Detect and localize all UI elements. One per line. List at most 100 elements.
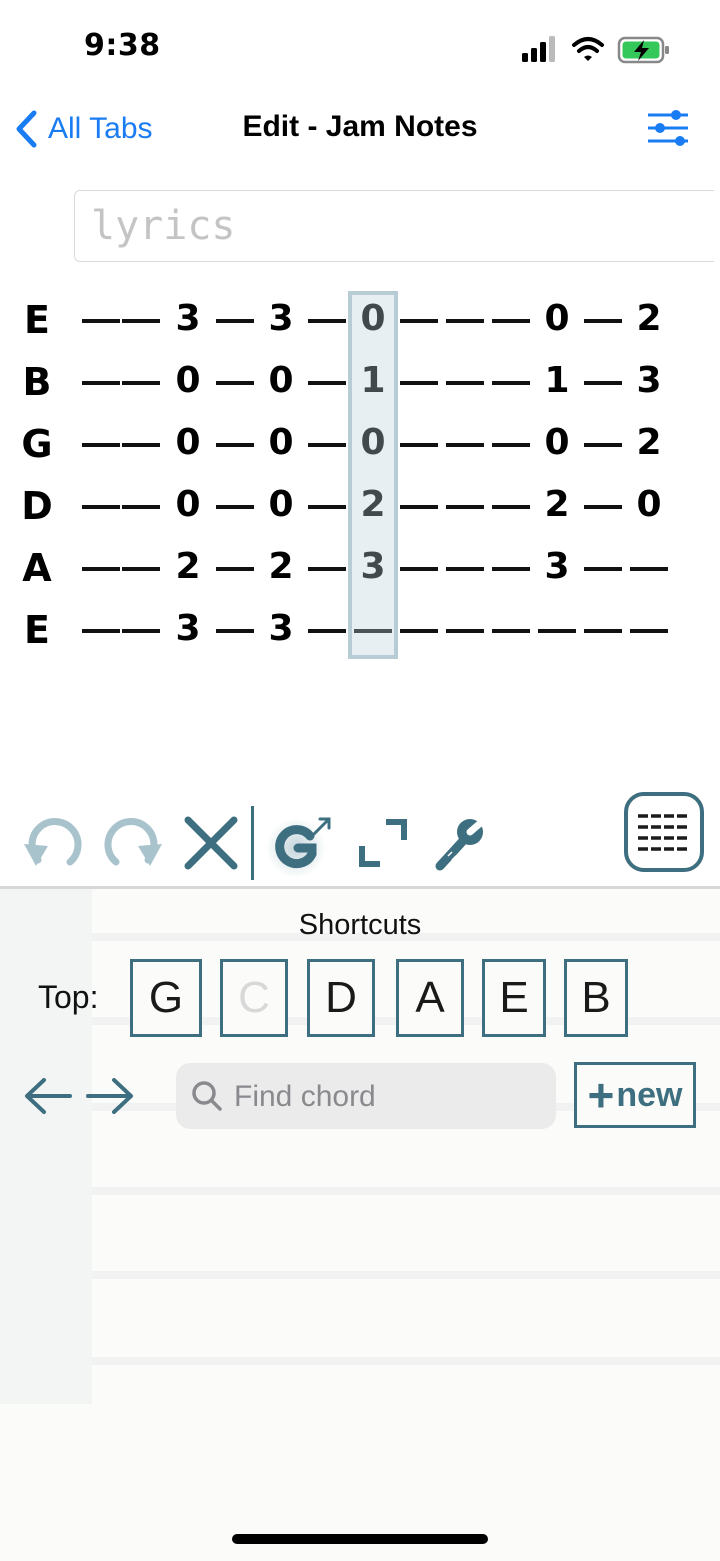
- tab-cell[interactable]: [626, 538, 672, 600]
- tab-cell[interactable]: [304, 600, 350, 662]
- tab-cell[interactable]: [118, 290, 164, 352]
- tab-cell[interactable]: [212, 414, 258, 476]
- tab-cell[interactable]: [212, 476, 258, 538]
- tab-cell[interactable]: 1: [350, 352, 396, 414]
- chord-shortcut-button[interactable]: C: [220, 959, 288, 1037]
- tab-cell[interactable]: [488, 290, 534, 352]
- new-chord-button[interactable]: + new: [574, 1062, 696, 1128]
- tab-cell[interactable]: [304, 290, 350, 352]
- tab-cell[interactable]: [396, 600, 442, 662]
- tab-dash: [446, 319, 484, 323]
- tab-cell[interactable]: [304, 476, 350, 538]
- chord-shortcut-button[interactable]: G: [130, 959, 202, 1037]
- tab-cell[interactable]: [442, 290, 488, 352]
- tab-cell[interactable]: [442, 476, 488, 538]
- tab-cell[interactable]: 0: [534, 290, 580, 352]
- tab-cell[interactable]: [304, 414, 350, 476]
- arrow-right-icon[interactable]: [84, 1075, 136, 1117]
- tab-cell[interactable]: [580, 600, 626, 662]
- tab-cell[interactable]: 3: [350, 538, 396, 600]
- undo-button[interactable]: [20, 810, 86, 876]
- expand-button[interactable]: [350, 810, 416, 876]
- string-row: A 2 2 3 3: [0, 538, 690, 600]
- lyrics-input[interactable]: [74, 190, 714, 262]
- tab-cell[interactable]: [580, 538, 626, 600]
- tab-cell[interactable]: [580, 414, 626, 476]
- tools-button[interactable]: [426, 810, 492, 876]
- tab-cell[interactable]: 2: [534, 476, 580, 538]
- tab-cell[interactable]: 0: [165, 414, 211, 476]
- tab-cell[interactable]: [442, 538, 488, 600]
- tab-cell[interactable]: [580, 290, 626, 352]
- keyboard-toggle-button[interactable]: [624, 792, 704, 872]
- tab-cell[interactable]: 3: [165, 290, 211, 352]
- tab-cell[interactable]: [488, 538, 534, 600]
- tab-cell[interactable]: [396, 538, 442, 600]
- tab-cell[interactable]: 3: [534, 538, 580, 600]
- home-indicator[interactable]: [232, 1534, 488, 1544]
- tab-cell[interactable]: 2: [626, 290, 672, 352]
- tab-cell[interactable]: [580, 476, 626, 538]
- tab-cell[interactable]: [212, 352, 258, 414]
- tab-cell[interactable]: [396, 414, 442, 476]
- sliders-icon[interactable]: [646, 108, 690, 148]
- tab-cell[interactable]: 2: [258, 538, 304, 600]
- tab-cell[interactable]: 3: [258, 290, 304, 352]
- tab-cell[interactable]: 2: [350, 476, 396, 538]
- tab-cell[interactable]: [118, 476, 164, 538]
- tab-cell[interactable]: 2: [165, 538, 211, 600]
- tab-cell[interactable]: [118, 352, 164, 414]
- fret-number: 2: [175, 546, 201, 587]
- find-chord-field[interactable]: [176, 1063, 556, 1131]
- tab-cell[interactable]: 0: [165, 476, 211, 538]
- chord-shortcut-button[interactable]: D: [307, 959, 375, 1037]
- tab-cell[interactable]: 3: [165, 600, 211, 662]
- chord-shortcut-button[interactable]: E: [482, 959, 546, 1037]
- back-button[interactable]: All Tabs: [14, 106, 153, 152]
- arrow-left-icon[interactable]: [22, 1075, 74, 1117]
- tab-cell[interactable]: [304, 538, 350, 600]
- chord-shortcut-button[interactable]: A: [396, 959, 464, 1037]
- tab-cell[interactable]: [212, 600, 258, 662]
- tab-cell[interactable]: 1: [534, 352, 580, 414]
- tab-cell[interactable]: [442, 600, 488, 662]
- tab-cell[interactable]: [488, 476, 534, 538]
- tab-cell[interactable]: 0: [350, 290, 396, 352]
- find-chord-input[interactable]: [232, 1063, 546, 1131]
- tab-cell[interactable]: [396, 476, 442, 538]
- tab-cell[interactable]: 0: [165, 352, 211, 414]
- tab-cell[interactable]: [118, 538, 164, 600]
- tab-cell[interactable]: [304, 352, 350, 414]
- tab-cell[interactable]: [442, 414, 488, 476]
- chord-shortcut-button[interactable]: B: [564, 959, 628, 1037]
- tab-grid[interactable]: E 3 3 0 0 2 B 0 0 1 1 3 G 0 0 0 0 2 D 0 0 2 2 0 A 2 2 3 3 E 3 3: [0, 290, 690, 660]
- tab-cell[interactable]: [212, 538, 258, 600]
- tab-cell[interactable]: 0: [350, 414, 396, 476]
- tab-cell[interactable]: [118, 600, 164, 662]
- tab-cell[interactable]: [580, 352, 626, 414]
- tab-cell[interactable]: 2: [626, 414, 672, 476]
- tab-cell[interactable]: 0: [258, 352, 304, 414]
- string-label: D: [21, 484, 53, 528]
- tab-cell[interactable]: [350, 600, 396, 662]
- tab-cell[interactable]: 0: [626, 476, 672, 538]
- tab-cell[interactable]: [488, 414, 534, 476]
- tab-cell[interactable]: [488, 600, 534, 662]
- chord-mode-button[interactable]: [266, 810, 338, 876]
- tab-cell[interactable]: 0: [258, 414, 304, 476]
- tab-cell[interactable]: [118, 414, 164, 476]
- tab-cell[interactable]: [534, 600, 580, 662]
- tab-cell[interactable]: 3: [258, 600, 304, 662]
- delete-button[interactable]: [178, 810, 244, 876]
- fret-number: 0: [175, 360, 201, 401]
- tab-cell[interactable]: [442, 352, 488, 414]
- tab-cell[interactable]: 0: [258, 476, 304, 538]
- redo-button[interactable]: [100, 810, 166, 876]
- tab-cell[interactable]: [626, 600, 672, 662]
- tab-cell[interactable]: 0: [534, 414, 580, 476]
- tab-cell[interactable]: 3: [626, 352, 672, 414]
- tab-cell[interactable]: [396, 290, 442, 352]
- tab-cell[interactable]: [488, 352, 534, 414]
- tab-cell[interactable]: [396, 352, 442, 414]
- tab-cell[interactable]: [212, 290, 258, 352]
